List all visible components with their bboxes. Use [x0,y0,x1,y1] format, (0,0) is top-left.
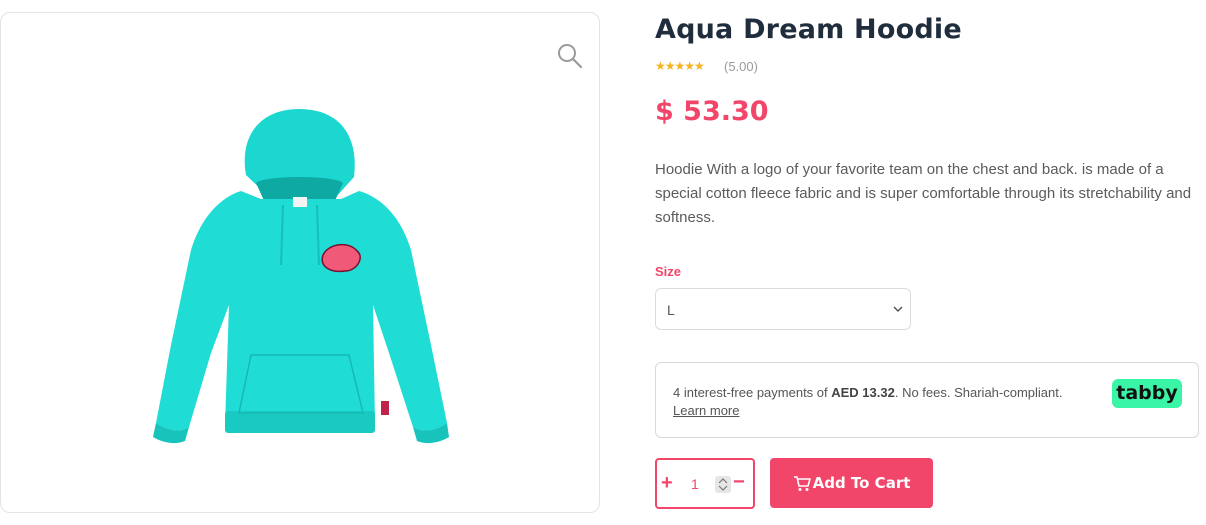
learn-more-link[interactable]: Learn more [673,403,739,418]
cart-icon [793,475,811,491]
quantity-plus-button[interactable]: + [661,473,673,493]
add-to-cart-label: Add To Cart [812,474,911,492]
star-rating-icon: ★★★★★ [655,59,705,73]
size-label: Size [655,264,682,279]
tabby-installment-text: 4 interest-free payments of AED 13.32. N… [673,385,1063,400]
product-image [153,109,449,444]
rating-value: (5.00) [724,59,758,74]
spinner-arrows-icon[interactable] [715,476,731,493]
zoom-icon[interactable] [557,43,583,69]
product-price: $ 53.30 [655,96,769,127]
product-description: Hoodie With a logo of your favorite team… [655,161,1192,226]
size-select[interactable]: L [655,288,911,330]
quantity-input[interactable]: 1 [691,476,699,492]
tabby-installments-box: 4 interest-free payments of AED 13.32. N… [655,362,1199,438]
chevron-down-icon [893,306,903,313]
tabby-amount: AED 13.32 [831,385,895,400]
product-image-card [0,12,600,513]
tabby-logo: tabby [1112,379,1182,408]
add-to-cart-button[interactable]: Add To Cart [770,458,933,508]
quantity-minus-button[interactable]: − [733,472,745,492]
size-selected-value: L [667,302,675,318]
product-title: Aqua Dream Hoodie [655,14,962,45]
quantity-stepper: + 1 − [655,458,755,509]
